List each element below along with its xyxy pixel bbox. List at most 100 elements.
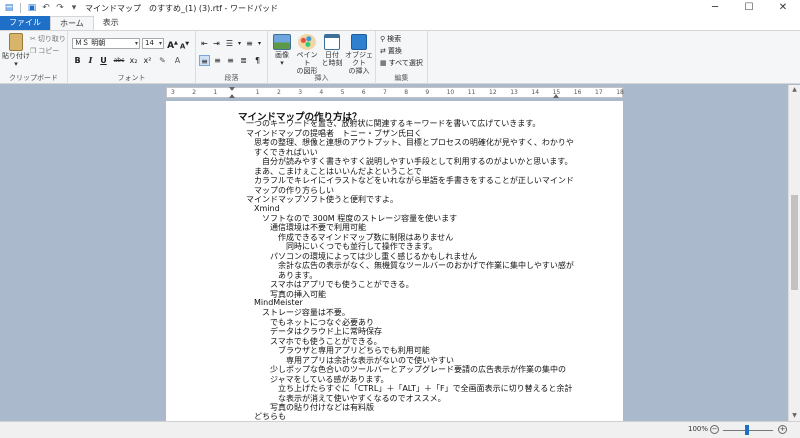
copy-button[interactable]: ❐ コピー [30, 46, 59, 56]
ruler-tick: 2 [192, 89, 197, 96]
tab-file[interactable]: ファイル [0, 16, 50, 30]
ruler-tick: 16 [573, 89, 582, 96]
divider [20, 3, 21, 13]
ruler-tick: 3 [171, 89, 175, 96]
justify-icon[interactable]: ≣ [238, 55, 249, 66]
vertical-scrollbar[interactable]: ▲ ▼ [788, 85, 800, 421]
replace-button[interactable]: ⇄ 置換 [380, 46, 402, 56]
scissors-icon: ✂ [30, 35, 36, 43]
document-line: どちらも [254, 412, 286, 421]
calendar-clock-icon [324, 34, 340, 50]
insert-group: 画像 ▾ ペイント の図形 日付 と時刻 オブジェクト の挿入 挿入 [268, 31, 376, 84]
align-left-icon[interactable]: ≡ [199, 55, 210, 66]
font-size-select[interactable]: 14 ▾ [142, 38, 164, 49]
cut-button[interactable]: ✂ 切り取り [30, 34, 66, 44]
ruler-tick: 14 [531, 89, 540, 96]
save-icon[interactable]: ▣ [27, 3, 37, 13]
scroll-up-icon[interactable]: ▲ [789, 85, 800, 95]
ruler-tick: 3 [298, 89, 303, 96]
document-line: Xmind [254, 203, 280, 213]
undo-icon[interactable]: ↶ [41, 3, 51, 13]
date-time-button[interactable]: 日付 と時刻 [321, 34, 343, 67]
select-all-icon: ▦ [380, 59, 387, 67]
zoom-level: 100% [688, 425, 709, 433]
paste-button[interactable]: 貼り付け ▾ [2, 33, 30, 68]
copy-icon: ❐ [30, 47, 37, 55]
binoculars-icon: ⚲ [380, 35, 386, 43]
left-indent-marker[interactable] [229, 94, 235, 98]
insert-group-label: 挿入 [314, 74, 329, 82]
scroll-down-icon[interactable]: ▼ [789, 411, 800, 421]
cut-label: 切り取り [37, 35, 66, 43]
ruler-tick: 7 [383, 89, 387, 96]
ribbon: 貼り付け ▾ ✂ 切り取り ❐ コピー クリップボード ＭＳ 明朝 ▾ 14 ▾… [0, 30, 800, 84]
font-group: ＭＳ 明朝 ▾ 14 ▾ A▲ A▼ B I U abc x₂ x² ✎ A フ… [68, 31, 196, 84]
minimize-button[interactable]: ─ [698, 0, 732, 16]
find-button[interactable]: ⚲ 検索 [380, 34, 401, 44]
italic-button[interactable]: I [85, 55, 96, 66]
date-time-label: 日付 [325, 51, 339, 59]
edit-group: ⚲ 検索 ⇄ 置換 ▦ すべて選択 編集 [376, 31, 428, 84]
select-all-button[interactable]: ▦ すべて選択 [380, 58, 423, 68]
image-icon [273, 34, 291, 50]
ruler-tick: 9 [425, 89, 430, 96]
increase-indent-icon[interactable]: ⇥ [211, 38, 222, 49]
zoom-slider-thumb[interactable] [745, 425, 749, 435]
tab-home[interactable]: ホーム [50, 16, 94, 30]
ruler-tick: 17 [595, 89, 603, 96]
paragraph-settings-icon[interactable]: ¶ [252, 55, 263, 66]
align-center-icon[interactable]: ≡ [212, 55, 223, 66]
ruler-tick: 6 [361, 89, 366, 96]
ruler[interactable]: 3 2 1 1 2 3 4 5 6 7 8 9 10 11 12 13 14 15 16 17 18 [166, 87, 624, 98]
paste-label: 貼り付け [2, 52, 30, 60]
shrink-font-button[interactable]: A▼ [179, 39, 190, 50]
ruler-tick: 11 [467, 89, 476, 96]
clipboard-group-label: クリップボード [9, 74, 58, 82]
ruler-tick: 4 [319, 89, 324, 96]
select-all-label: すべて選択 [388, 59, 423, 67]
chevron-down-icon[interactable]: ▾ [254, 38, 265, 49]
redo-icon[interactable]: ↷ [55, 3, 65, 13]
font-color-icon[interactable]: A [172, 55, 183, 66]
copy-label: コピー [38, 47, 60, 55]
font-name-select[interactable]: ＭＳ 明朝 ▾ [72, 38, 140, 49]
paint-drawing-button[interactable]: ペイント の図形 [294, 34, 320, 75]
close-button[interactable]: ✕ [766, 0, 800, 16]
ruler-tick: 18 [616, 89, 624, 96]
document-page[interactable]: マインドマップの作り方は？ 一つのキーワードを置き、放射状に関連するキーワードを書… [166, 101, 623, 421]
grow-font-button[interactable]: A▲ [167, 38, 178, 51]
first-line-indent-marker[interactable] [229, 87, 235, 91]
align-right-icon[interactable]: ≡ [225, 55, 236, 66]
paste-icon [9, 33, 23, 51]
text-highlight-color-icon[interactable]: ✎ [157, 55, 168, 66]
font-name-value: ＭＳ 明朝 [75, 39, 106, 47]
ribbon-tabs: ファイル ホーム 表示 [0, 16, 800, 30]
edit-group-label: 編集 [394, 74, 409, 82]
replace-icon: ⇄ [380, 47, 386, 55]
zoom-out-button[interactable]: − [710, 425, 719, 434]
chevron-down-icon: ▾ [280, 59, 284, 67]
right-indent-marker[interactable] [553, 94, 559, 98]
insert-image-button[interactable]: 画像 ▾ [270, 34, 294, 67]
zoom-in-button[interactable]: + [778, 425, 787, 434]
superscript-button[interactable]: x² [142, 55, 153, 66]
insert-object-button[interactable]: オブジェクト の挿入 [343, 34, 375, 75]
font-size-value: 14 [145, 39, 154, 47]
chevron-down-icon: ▾ [158, 40, 162, 47]
chevron-down-icon: ▾ [14, 60, 18, 68]
tab-view[interactable]: 表示 [94, 16, 128, 30]
paragraph-group-label: 段落 [224, 74, 239, 82]
paint-drawing-label: ペイント [296, 51, 318, 67]
maximize-button[interactable]: ☐ [732, 0, 766, 16]
ruler-tick: 1 [213, 89, 218, 96]
underline-button[interactable]: U [98, 55, 109, 66]
strikethrough-button[interactable]: abc [111, 55, 127, 66]
chevron-down-icon: ▾ [134, 40, 138, 47]
scrollbar-thumb[interactable] [791, 195, 798, 290]
decrease-indent-icon[interactable]: ⇤ [199, 38, 210, 49]
date-time-label-2: と時刻 [321, 59, 343, 67]
quick-access-toolbar: ▤ ▣ ↶ ↷ ▾ [0, 0, 79, 16]
subscript-button[interactable]: x₂ [128, 55, 139, 66]
bold-button[interactable]: B [72, 55, 83, 66]
customize-dropdown-icon[interactable]: ▾ [69, 3, 79, 13]
